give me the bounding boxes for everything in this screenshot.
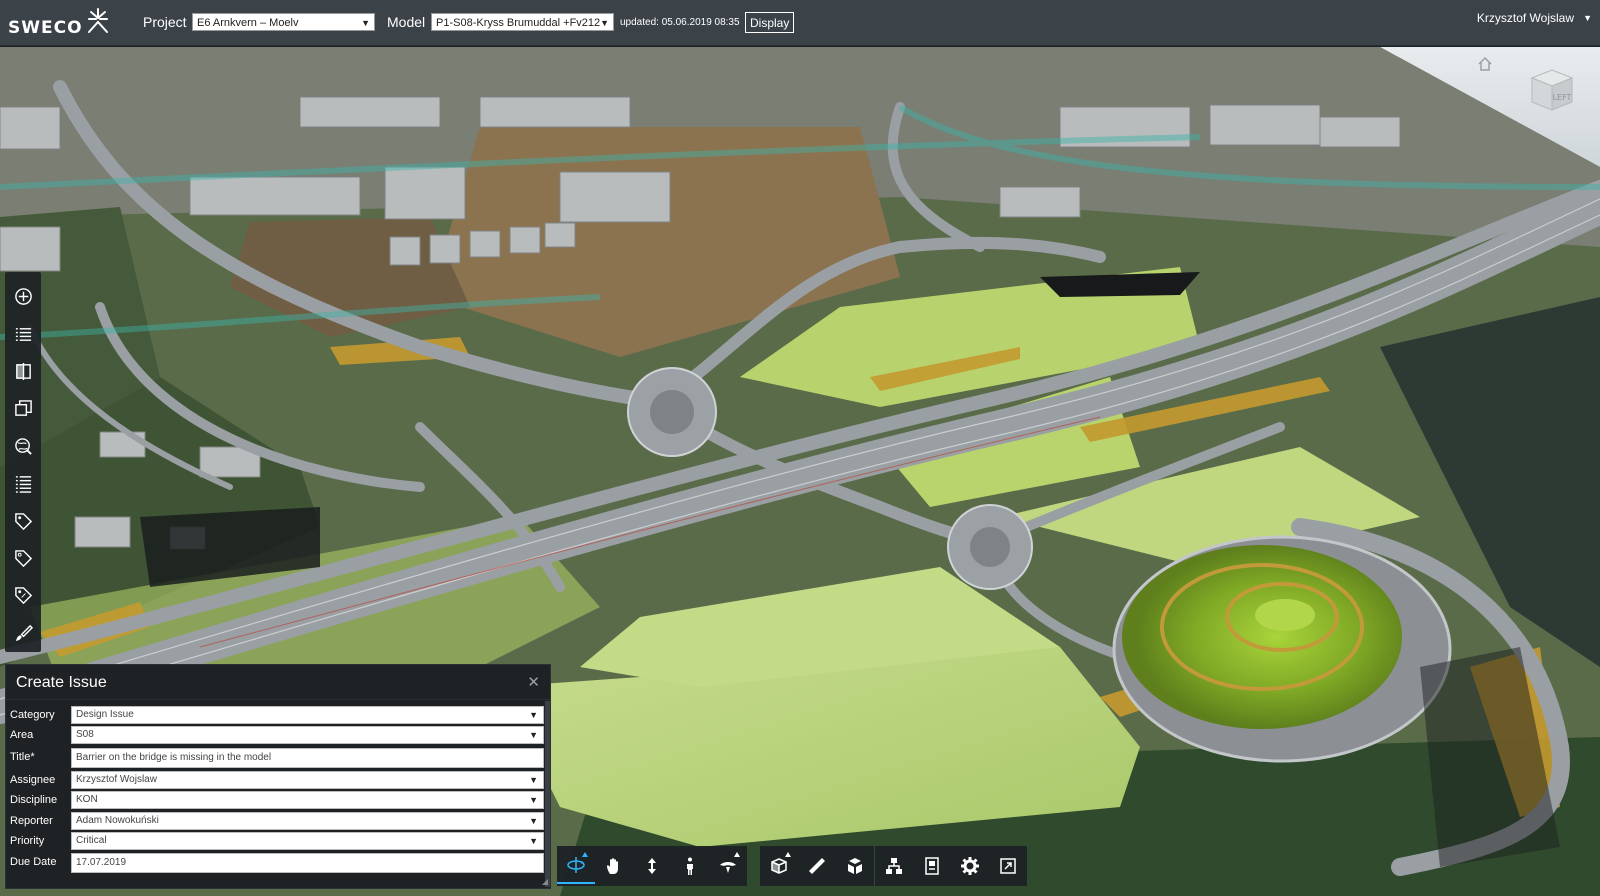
logo-text: SWECO xyxy=(8,18,83,38)
view-cube[interactable]: LEFT xyxy=(1522,64,1578,121)
assignee-value: Krzysztof Wojslaw xyxy=(76,774,157,785)
discipline-row: Discipline KON ▼ xyxy=(6,791,552,810)
create-issue-panel: Create Issue ✕ Category Design Issue ▼ Ar… xyxy=(5,664,551,889)
chevron-down-icon: ▼ xyxy=(529,836,538,846)
chevron-down-icon: ▼ xyxy=(529,710,538,720)
model-select-value: P1-S08-Kryss Brumuddal +Fv212 xyxy=(436,17,601,29)
fly-icon[interactable] xyxy=(709,848,747,884)
close-icon[interactable]: ✕ xyxy=(527,673,540,691)
tag-alt-icon[interactable] xyxy=(8,577,38,614)
assignee-label: Assignee xyxy=(10,774,56,786)
app-window: SWECO Project E6 Arnkvern – Moelv ▼ Mode… xyxy=(0,0,1600,896)
area-value: S08 xyxy=(76,729,94,740)
view-cube-face-label: LEFT xyxy=(1553,93,1572,102)
assignee-select[interactable]: Krzysztof Wojslaw ▼ xyxy=(71,771,544,789)
walk-person-icon[interactable] xyxy=(671,848,709,884)
chevron-down-icon: ▼ xyxy=(361,18,370,28)
area-label: Area xyxy=(10,729,34,741)
reporter-label: Reporter xyxy=(10,815,53,827)
discipline-label: Discipline xyxy=(10,794,58,806)
measure-ruler-icon[interactable] xyxy=(798,848,836,884)
project-select[interactable]: E6 Arnkvern – Moelv ▼ xyxy=(192,13,375,31)
tag-icon[interactable] xyxy=(8,502,38,539)
compare-icon[interactable] xyxy=(8,353,38,390)
title-value: Barrier on the bridge is missing in the … xyxy=(76,752,272,763)
model-label: Model xyxy=(387,14,426,30)
discipline-value: KON xyxy=(76,794,98,805)
chevron-down-icon: ▼ xyxy=(600,18,609,28)
project-label: Project xyxy=(143,14,187,30)
section-box-icon[interactable] xyxy=(760,848,798,884)
navigation-toolbar xyxy=(557,846,747,886)
priority-value: Critical xyxy=(76,835,107,846)
tools-toolbar xyxy=(760,846,874,886)
project-select-value: E6 Arnkvern – Moelv xyxy=(197,17,299,29)
chevron-down-icon: ▼ xyxy=(529,795,538,805)
hierarchy-icon[interactable] xyxy=(875,848,913,884)
list-icon[interactable] xyxy=(8,315,38,352)
issue-panel-title: Create Issue xyxy=(16,674,107,691)
left-toolbar xyxy=(5,272,41,652)
top-bar: SWECO Project E6 Arnkvern – Moelv ▼ Mode… xyxy=(0,0,1600,46)
fullscreen-icon[interactable] xyxy=(989,848,1027,884)
chevron-down-icon: ▼ xyxy=(529,730,538,740)
issue-panel-header: Create Issue ✕ xyxy=(6,665,550,700)
title-input[interactable]: Barrier on the bridge is missing in the … xyxy=(71,748,544,768)
model-toolbar xyxy=(875,846,1027,886)
category-select[interactable]: Design Issue ▼ xyxy=(71,706,544,724)
view-cube-icon: LEFT xyxy=(1530,69,1574,111)
globe-search-icon[interactable] xyxy=(8,428,38,465)
reporter-select[interactable]: Adam Nowokuński ▼ xyxy=(71,812,544,830)
title-label: Title* xyxy=(10,751,35,763)
sweco-logo: SWECO xyxy=(8,8,109,38)
add-circle-icon[interactable] xyxy=(8,278,38,315)
updated-timestamp: updated: 05.06.2019 08:35 xyxy=(620,17,740,28)
model-select[interactable]: P1-S08-Kryss Brumuddal +Fv212 ▼ xyxy=(431,13,614,31)
display-button[interactable]: Display xyxy=(745,12,795,33)
user-name[interactable]: Krzysztof Wojslaw xyxy=(1477,11,1574,25)
discipline-select[interactable]: KON ▼ xyxy=(71,791,544,809)
sweco-mark-icon xyxy=(87,8,108,33)
assignee-row: Assignee Krzysztof Wojslaw ▼ xyxy=(6,771,552,790)
chevron-down-icon: ▼ xyxy=(529,816,538,826)
brush-icon[interactable] xyxy=(8,615,38,652)
resize-grip-icon[interactable]: ◢ xyxy=(542,877,548,886)
due-date-value: 17.07.2019 xyxy=(76,857,127,868)
priority-row: Priority Critical ▼ xyxy=(6,832,552,851)
priority-label: Priority xyxy=(10,835,45,847)
settings-gear-icon[interactable] xyxy=(951,848,989,884)
due-date-row: Due Date 17.07.2019 xyxy=(6,853,552,873)
vertical-move-icon[interactable] xyxy=(633,848,671,884)
category-row: Category Design Issue ▼ xyxy=(6,706,552,725)
tag-outline-icon[interactable] xyxy=(8,540,38,577)
priority-select[interactable]: Critical ▼ xyxy=(71,832,544,850)
orbit-icon[interactable] xyxy=(557,848,595,884)
reporter-value: Adam Nowokuński xyxy=(76,815,159,826)
area-select[interactable]: S08 ▼ xyxy=(71,726,544,744)
title-row: Title* Barrier on the bridge is missing … xyxy=(6,748,552,768)
due-date-label: Due Date xyxy=(10,856,57,868)
home-icon[interactable] xyxy=(1477,56,1493,72)
category-value: Design Issue xyxy=(76,709,134,720)
user-menu-chevron-icon[interactable]: ▼ xyxy=(1583,13,1592,23)
reporter-row: Reporter Adam Nowokuński ▼ xyxy=(6,812,552,831)
due-date-input[interactable]: 17.07.2019 xyxy=(71,853,544,873)
category-label: Category xyxy=(10,709,55,721)
chevron-down-icon: ▼ xyxy=(529,775,538,785)
outline-list-icon[interactable] xyxy=(8,465,38,502)
properties-icon[interactable] xyxy=(913,848,951,884)
layers-icon[interactable] xyxy=(8,390,38,427)
pan-hand-icon[interactable] xyxy=(595,848,633,884)
cube-explode-icon[interactable] xyxy=(836,848,874,884)
panel-scrollbar[interactable] xyxy=(545,701,550,887)
area-row: Area S08 ▼ xyxy=(6,726,552,745)
